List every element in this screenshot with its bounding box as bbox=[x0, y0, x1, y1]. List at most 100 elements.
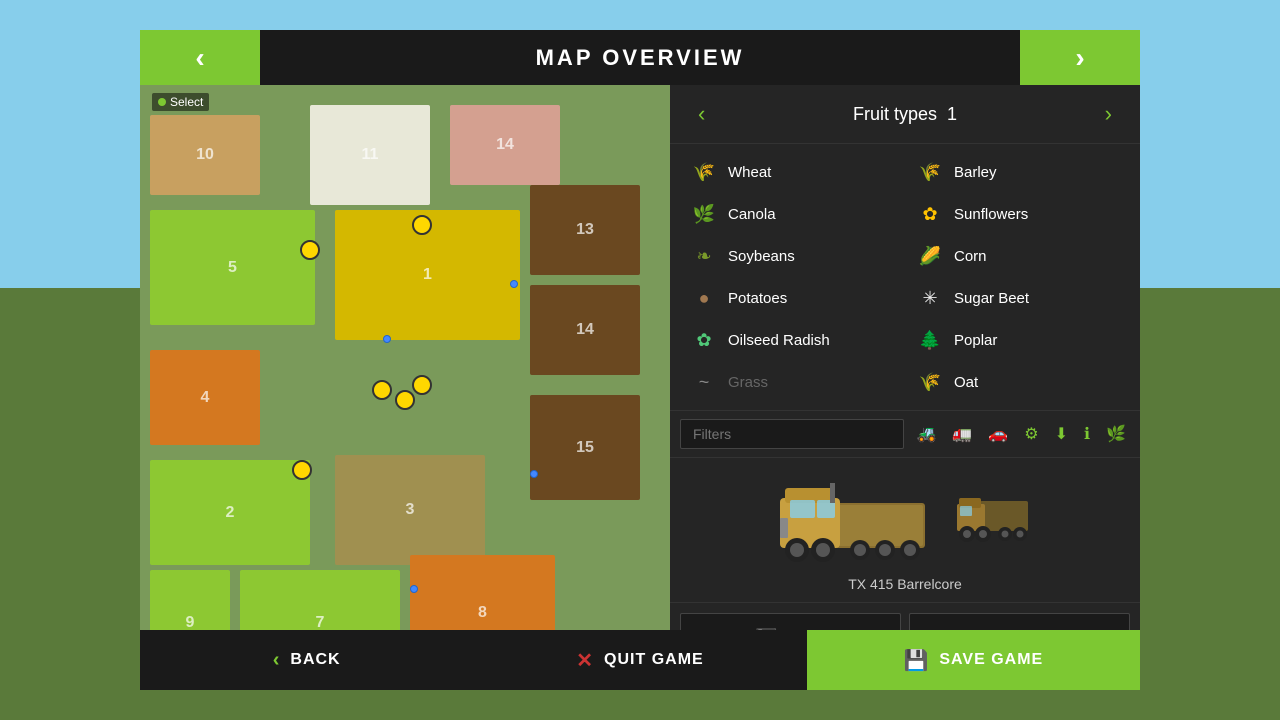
fruit-name-sunflowers: Sunflowers bbox=[954, 206, 1028, 223]
field-10[interactable]: 10 bbox=[150, 115, 260, 195]
field-9[interactable]: 9 bbox=[150, 570, 230, 630]
fruit-icon-soybeans: ❧ bbox=[690, 242, 718, 270]
quit-label: QUIT GAME bbox=[604, 651, 704, 669]
field-13[interactable]: 13 bbox=[530, 185, 640, 275]
fruit-icon-oat: 🌾 bbox=[916, 368, 944, 396]
fruit-icon-sunflowers: ✿ bbox=[916, 200, 944, 228]
vehicle-area: TX 415 Barrelcore bbox=[670, 458, 1140, 602]
filter-tractor-icon[interactable]: 🚜 bbox=[912, 420, 940, 448]
select-label: Select bbox=[152, 93, 209, 111]
save-label: SAVE GAME bbox=[939, 651, 1043, 669]
quit-button[interactable]: ✕ QUIT GAME bbox=[473, 630, 806, 690]
fruit-icon-sugar_beet: ✳ bbox=[916, 284, 944, 312]
map-marker-7 bbox=[383, 335, 391, 343]
select-indicator bbox=[158, 98, 166, 106]
field-11[interactable]: 11 bbox=[310, 105, 430, 205]
quit-icon: ✕ bbox=[576, 648, 594, 673]
map-marker-8 bbox=[530, 470, 538, 478]
content-area: Select 10111451131442315978 ‹ Fruit type… bbox=[140, 85, 1140, 630]
filters-input[interactable] bbox=[680, 419, 904, 449]
fruit-prev-button[interactable]: ‹ bbox=[690, 97, 713, 131]
map-marker-1 bbox=[372, 380, 392, 400]
field-3[interactable]: 3 bbox=[335, 455, 485, 565]
next-button[interactable]: › bbox=[1020, 30, 1140, 85]
map-marker-3 bbox=[412, 375, 432, 395]
fruit-item-oilseed_radish[interactable]: ✿ Oilseed Radish bbox=[680, 320, 904, 360]
back-button[interactable]: ‹ BACK bbox=[140, 630, 473, 690]
fruit-icon-poplar: 🌲 bbox=[916, 326, 944, 354]
field-14[interactable]: 14 bbox=[530, 285, 640, 375]
back-label: BACK bbox=[290, 651, 340, 669]
fruit-item-oat[interactable]: 🌾 Oat bbox=[906, 362, 1130, 402]
field-4[interactable]: 4 bbox=[150, 350, 260, 445]
field-15[interactable]: 15 bbox=[530, 395, 640, 500]
fruit-name-wheat: Wheat bbox=[728, 164, 771, 181]
field-14[interactable]: 14 bbox=[450, 105, 560, 185]
prev-button[interactable]: ‹ bbox=[140, 30, 260, 85]
fruit-name-corn: Corn bbox=[954, 248, 987, 265]
fruit-item-soybeans[interactable]: ❧ Soybeans bbox=[680, 236, 904, 276]
fruit-types-title: Fruit types 1 bbox=[853, 104, 957, 125]
map-marker-4 bbox=[292, 460, 312, 480]
map-marker-9 bbox=[410, 585, 418, 593]
fruit-icon-oilseed_radish: ✿ bbox=[690, 326, 718, 354]
filter-leaf-icon[interactable]: 🌿 bbox=[1102, 420, 1130, 448]
fruit-name-grass: Grass bbox=[728, 374, 768, 391]
fruit-icon-barley: 🌾 bbox=[916, 158, 944, 186]
fruit-name-potatoes: Potatoes bbox=[728, 290, 787, 307]
fruit-name-sugar_beet: Sugar Beet bbox=[954, 290, 1029, 307]
fruit-name-barley: Barley bbox=[954, 164, 997, 181]
save-button[interactable]: 💾 SAVE GAME bbox=[807, 630, 1140, 690]
fruit-icon-wheat: 🌾 bbox=[690, 158, 718, 186]
map-overview-title: MAP OVERVIEW bbox=[260, 45, 1020, 71]
field-2[interactable]: 2 bbox=[150, 460, 310, 565]
filters-row: 🚜 🚛 🚗 ⚙ ⬇ ℹ 🌿 bbox=[670, 411, 1140, 458]
field-8[interactable]: 8 bbox=[410, 555, 555, 630]
footer: ‹ BACK ✕ QUIT GAME 💾 SAVE GAME bbox=[140, 630, 1140, 690]
field-7[interactable]: 7 bbox=[240, 570, 400, 630]
map-marker-5 bbox=[412, 215, 432, 235]
fruit-item-barley[interactable]: 🌾 Barley bbox=[906, 152, 1130, 192]
select-text: Select bbox=[170, 95, 203, 109]
fruit-name-oat: Oat bbox=[954, 374, 978, 391]
field-5[interactable]: 5 bbox=[150, 210, 315, 325]
fruit-item-potatoes[interactable]: ● Potatoes bbox=[680, 278, 904, 318]
map-area: Select 10111451131442315978 bbox=[140, 85, 670, 630]
filter-download-icon[interactable]: ⬇ bbox=[1051, 420, 1072, 448]
fruit-grid: 🌾 Wheat 🌾 Barley 🌿 Canola ✿ Sunflowers ❧ Soybeans… bbox=[670, 144, 1140, 411]
fruit-item-grass[interactable]: ~ Grass bbox=[680, 362, 904, 402]
fruit-item-sunflowers[interactable]: ✿ Sunflowers bbox=[906, 194, 1130, 234]
filter-info-icon[interactable]: ℹ bbox=[1080, 420, 1094, 448]
fruit-name-canola: Canola bbox=[728, 206, 776, 223]
fruit-icon-grass: ~ bbox=[690, 368, 718, 396]
fruit-icon-canola: 🌿 bbox=[690, 200, 718, 228]
right-panel: ‹ Fruit types 1 › 🌾 Wheat 🌾 Barley 🌿 Canola ✿ S… bbox=[670, 85, 1140, 630]
map-marker-2 bbox=[395, 390, 415, 410]
vehicle-main-image bbox=[775, 468, 935, 568]
fruit-next-button[interactable]: › bbox=[1097, 97, 1120, 131]
fruit-item-wheat[interactable]: 🌾 Wheat bbox=[680, 152, 904, 192]
vehicle-display bbox=[680, 468, 1130, 568]
main-dialog: ‹ MAP OVERVIEW › Select 1011145113144231… bbox=[140, 30, 1140, 690]
fruit-icon-potatoes: ● bbox=[690, 284, 718, 312]
map-marker-0 bbox=[300, 240, 320, 260]
vehicle-side-image bbox=[955, 486, 1035, 551]
fruit-item-sugar_beet[interactable]: ✳ Sugar Beet bbox=[906, 278, 1130, 318]
fruit-item-corn[interactable]: 🌽 Corn bbox=[906, 236, 1130, 276]
fruit-name-oilseed_radish: Oilseed Radish bbox=[728, 332, 830, 349]
fruit-types-header: ‹ Fruit types 1 › bbox=[670, 85, 1140, 144]
vehicle-name: TX 415 Barrelcore bbox=[848, 576, 962, 592]
fruit-icon-corn: 🌽 bbox=[916, 242, 944, 270]
map-inner: Select 10111451131442315978 bbox=[140, 85, 670, 630]
filter-truck-icon[interactable]: 🚛 bbox=[948, 420, 976, 448]
filter-vehicle-icon[interactable]: 🚗 bbox=[984, 420, 1012, 448]
fruit-item-poplar[interactable]: 🌲 Poplar bbox=[906, 320, 1130, 360]
save-icon: 💾 bbox=[903, 648, 929, 673]
back-icon: ‹ bbox=[273, 649, 281, 672]
fruit-name-poplar: Poplar bbox=[954, 332, 997, 349]
header: ‹ MAP OVERVIEW › bbox=[140, 30, 1140, 85]
map-marker-6 bbox=[510, 280, 518, 288]
fruit-item-canola[interactable]: 🌿 Canola bbox=[680, 194, 904, 234]
fruit-name-soybeans: Soybeans bbox=[728, 248, 795, 265]
filter-gear-icon[interactable]: ⚙ bbox=[1020, 420, 1042, 448]
